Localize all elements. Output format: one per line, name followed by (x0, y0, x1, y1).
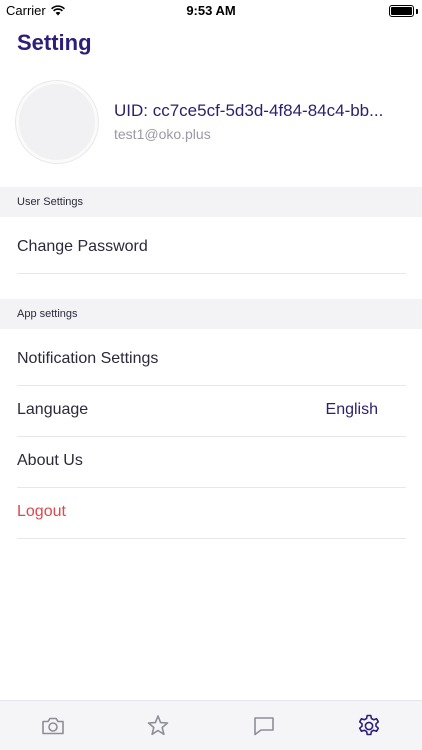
battery-tip (416, 9, 418, 14)
divider (17, 538, 406, 539)
language-label: Language (17, 401, 89, 418)
tab-settings[interactable] (317, 701, 422, 750)
change-password-row[interactable]: Change Password (0, 223, 422, 274)
notification-settings-label: Notification Settings (17, 350, 159, 367)
tab-bar (0, 700, 422, 750)
language-value: English (325, 401, 378, 418)
star-icon (147, 714, 169, 735)
camera-icon (41, 717, 64, 734)
notification-settings-row[interactable]: Notification Settings (0, 335, 422, 386)
chat-icon (253, 716, 274, 735)
tab-messages[interactable] (211, 701, 317, 750)
about-us-row[interactable]: About Us (0, 437, 422, 488)
status-bar: Carrier 9:53 AM (0, 0, 422, 22)
avatar[interactable] (16, 81, 98, 163)
divider (17, 273, 406, 274)
logout-label: Logout (17, 503, 66, 520)
battery-icon (389, 5, 414, 17)
user-email: test1@oko.plus (114, 126, 211, 142)
gear-icon (359, 714, 380, 735)
status-time: 9:53 AM (186, 3, 236, 18)
section-header-label: User Settings (17, 196, 84, 208)
logout-row[interactable]: Logout (0, 488, 422, 539)
user-uid: UID: cc7ce5cf-5d3d-4f84-84c4-bb... (114, 101, 384, 120)
section-header-user-settings: User Settings (0, 187, 422, 217)
page-title: Setting (17, 30, 92, 55)
section-header-app-settings: App settings (0, 299, 422, 329)
change-password-label: Change Password (17, 238, 148, 255)
language-row[interactable]: Language English (0, 386, 422, 437)
about-us-label: About Us (17, 452, 83, 469)
tab-camera[interactable] (0, 701, 106, 750)
tab-favorites[interactable] (106, 701, 212, 750)
section-header-label: App settings (17, 308, 78, 320)
